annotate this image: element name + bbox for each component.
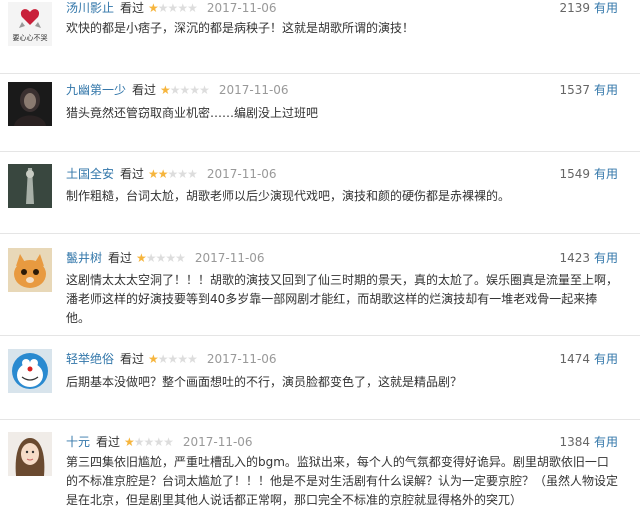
review-date: 2017-11-06 <box>206 352 277 366</box>
rating-stars: ★★★★★ <box>136 251 186 265</box>
watch-status: 看过 <box>120 352 145 366</box>
review-item: 十元 看过 ★★★★★ 2017-11-06 1384 有用 第三四集依旧尴尬，严重吐槽… <box>0 420 640 507</box>
review-text: 猎头竟然还管窃取商业机密……编剧没上过班吧 <box>66 106 319 120</box>
avatar-image <box>8 82 52 126</box>
avatar[interactable] <box>8 82 52 126</box>
vote-area: 1474 有用 <box>559 351 618 367</box>
avatar-image <box>8 248 52 292</box>
avatar[interactable] <box>8 349 52 393</box>
vote-area: 1537 有用 <box>559 82 618 98</box>
username-link[interactable]: 土国全安 <box>66 167 114 181</box>
review-item: 鬣井树 看过 ★★★★★ 2017-11-06 1423 有用 这剧情太太太空洞了！！！… <box>0 234 640 336</box>
useful-button[interactable]: 有用 <box>594 352 618 366</box>
rating-stars: ★★★★★ <box>148 167 198 181</box>
username-link[interactable]: 轻举绝俗 <box>66 352 114 366</box>
useful-button[interactable]: 有用 <box>594 83 618 97</box>
username-link[interactable]: 十元 <box>66 435 90 449</box>
avatar-image <box>8 164 52 208</box>
vote-count: 1384 <box>559 435 590 449</box>
rating-stars: ★★★★★ <box>148 352 198 366</box>
review-meta: 九幽第一少 看过 ★★★★★ 2017-11-06 <box>66 82 289 98</box>
vote-count: 1537 <box>559 83 590 97</box>
review-date: 2017-11-06 <box>206 1 277 15</box>
username-link[interactable]: 九幽第一少 <box>66 83 126 97</box>
avatar-image <box>8 432 52 476</box>
avatar-image: 要心心不哭 <box>8 2 52 46</box>
avatar-image <box>8 349 52 393</box>
review-date: 2017-11-06 <box>206 167 277 181</box>
review-text: 这剧情太太太空洞了！！！胡歌的演技又回到了仙三时期的景天，真的太尬了。娱乐圈真是… <box>66 273 619 325</box>
vote-area: 1549 有用 <box>559 166 618 182</box>
review-meta: 汤川影止 看过 ★★★★★ 2017-11-06 <box>66 0 277 16</box>
watch-status: 看过 <box>120 1 145 15</box>
review-date: 2017-11-06 <box>218 83 289 97</box>
review-meta: 轻举绝俗 看过 ★★★★★ 2017-11-06 <box>66 351 277 367</box>
review-list: 要心心不哭 汤川影止 看过 ★★★★★ 2017-11-06 2139 有用 欢快的都是… <box>0 0 640 507</box>
watch-status: 看过 <box>120 167 145 181</box>
rating-stars: ★★★★★ <box>124 435 174 449</box>
watch-status: 看过 <box>108 251 133 265</box>
review-text: 欢快的都是小痞子，深沉的都是病秧子！这就是胡歌所谓的演技！ <box>66 21 415 35</box>
vote-area: 2139 有用 <box>559 0 618 16</box>
useful-button[interactable]: 有用 <box>594 435 618 449</box>
review-date: 2017-11-06 <box>194 251 265 265</box>
review-text: 制作粗糙，台词太尬，胡歌老师以后少演现代戏吧，演技和颜的硬伤都是赤裸裸的。 <box>66 189 511 203</box>
review-meta: 土国全安 看过 ★★★★★ 2017-11-06 <box>66 166 277 182</box>
avatar[interactable] <box>8 248 52 292</box>
review-date: 2017-11-06 <box>182 435 253 449</box>
username-link[interactable]: 鬣井树 <box>66 251 102 265</box>
vote-count: 1549 <box>559 167 590 181</box>
avatar[interactable] <box>8 432 52 476</box>
review-text: 第三四集依旧尴尬，严重吐槽乱入的bgm。监狱出来，每个人的气氛都变得好诡异。剧里… <box>66 455 619 507</box>
useful-button[interactable]: 有用 <box>594 1 618 15</box>
review-text: 后期基本没做吧？整个画面想吐的不行，演员脸都变色了，这就是精品剧？ <box>66 375 463 389</box>
avatar-text: 要心心不哭 <box>13 34 48 42</box>
watch-status: 看过 <box>132 83 157 97</box>
review-meta: 十元 看过 ★★★★★ 2017-11-06 <box>66 434 253 450</box>
avatar[interactable] <box>8 164 52 208</box>
useful-button[interactable]: 有用 <box>594 251 618 265</box>
review-item: 土国全安 看过 ★★★★★ 2017-11-06 1549 有用 制作粗糙，台词太尬，胡… <box>0 152 640 234</box>
vote-area: 1384 有用 <box>559 434 618 450</box>
username-link[interactable]: 汤川影止 <box>66 1 114 15</box>
rating-stars: ★★★★★ <box>148 1 198 15</box>
vote-area: 1423 有用 <box>559 250 618 266</box>
vote-count: 1423 <box>559 251 590 265</box>
rating-stars: ★★★★★ <box>160 83 210 97</box>
vote-count: 2139 <box>559 1 590 15</box>
useful-button[interactable]: 有用 <box>594 167 618 181</box>
watch-status: 看过 <box>96 435 121 449</box>
review-meta: 鬣井树 看过 ★★★★★ 2017-11-06 <box>66 250 265 266</box>
review-item: 轻举绝俗 看过 ★★★★★ 2017-11-06 1474 有用 后期基本没做吧？整个画… <box>0 336 640 420</box>
avatar[interactable]: 要心心不哭 <box>8 2 52 46</box>
review-item: 九幽第一少 看过 ★★★★★ 2017-11-06 1537 有用 猎头竟然还管窃取商业… <box>0 74 640 152</box>
review-item: 要心心不哭 汤川影止 看过 ★★★★★ 2017-11-06 2139 有用 欢快的都是… <box>0 0 640 74</box>
vote-count: 1474 <box>559 352 590 366</box>
